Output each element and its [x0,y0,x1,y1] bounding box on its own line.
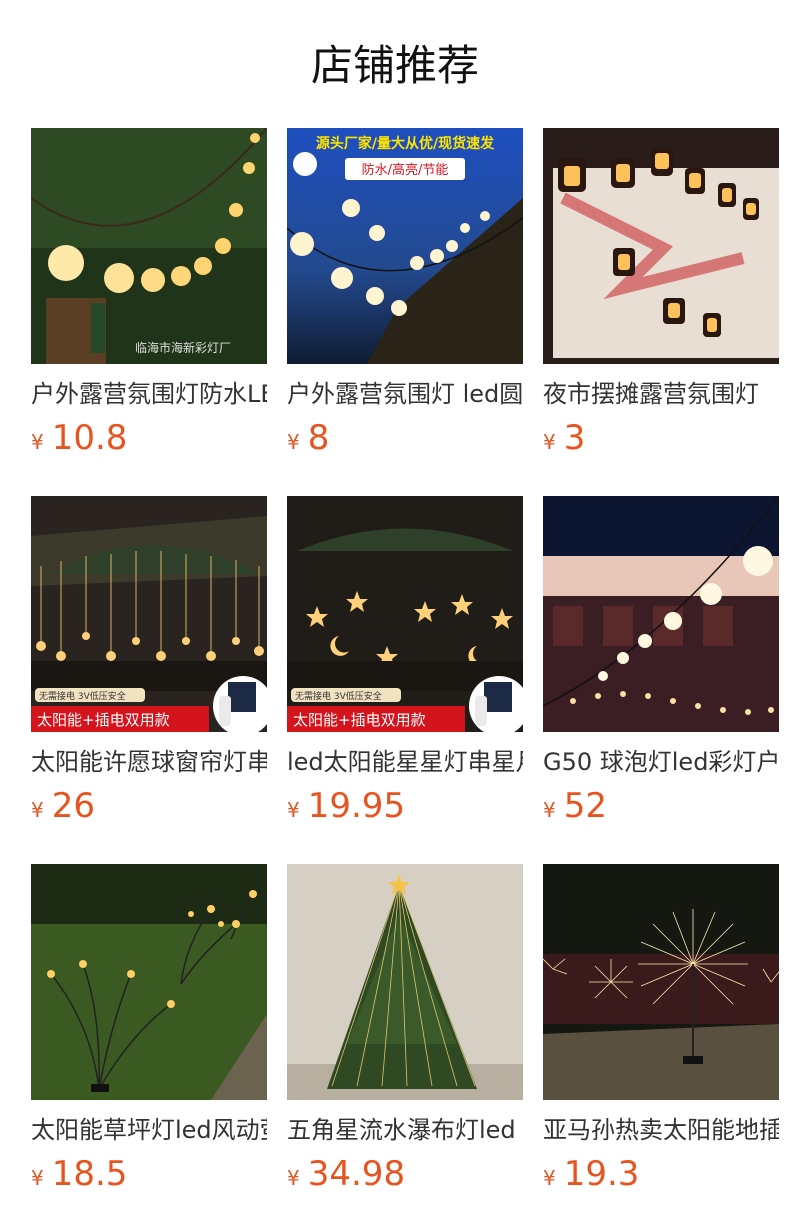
price-value: 3 [563,418,586,458]
product-card[interactable]: 源头厂家/量大从优/现货速发 防水/高亮/节能 户外露营氛围灯 led圆球 ¥8 [287,128,523,468]
price-value: 19.95 [307,786,406,826]
product-name[interactable]: G50 球泡灯led彩灯户外 [543,745,779,779]
product-name[interactable]: 户外露营氛围灯防水LED [31,377,267,411]
product-image[interactable]: 临海市海新彩灯厂 [31,128,267,364]
currency-symbol: ¥ [31,1166,44,1190]
product-image[interactable]: 无需接电 3V低压安全 太阳能+插电双用款 [287,496,523,732]
product-image[interactable] [31,864,267,1100]
product-card[interactable]: G50 球泡灯led彩灯户外 ¥52 [543,496,779,836]
product-price: ¥18.5 [31,1152,127,1196]
product-price: ¥52 [543,784,607,828]
price-value: 8 [307,418,330,458]
product-card[interactable]: 无需接电 3V低压安全 太阳能+插电双用款 led太阳能星星灯串星月 ¥19.9… [287,496,523,836]
currency-symbol: ¥ [287,798,300,822]
product-price: ¥10.8 [31,416,127,460]
product-image[interactable] [543,128,779,364]
product-image[interactable] [543,864,779,1100]
image-banner-label: 太阳能+插电双用款 [293,711,426,729]
product-price: ¥34.98 [287,1152,405,1196]
image-banner-headline: 源头厂家/量大从优/现货速发 [316,135,495,152]
image-banner-feature: 防水/高亮/节能 [362,162,449,178]
product-name[interactable]: 户外露营氛围灯 led圆球 [287,377,523,411]
image-banner-note: 无需接电 3V低压安全 [39,690,126,702]
product-price: ¥19.95 [287,784,405,828]
price-value: 18.5 [51,1154,128,1194]
currency-symbol: ¥ [287,430,300,454]
product-price: ¥8 [287,416,329,460]
product-name[interactable]: 五角星流水瀑布灯led [287,1113,523,1147]
product-card[interactable]: 亚马孙热卖太阳能地插烟花灯 ¥19.3 [543,864,779,1204]
currency-symbol: ¥ [287,1166,300,1190]
product-grid: 临海市海新彩灯厂 户外露营氛围灯防水LED ¥10.8 [0,0,790,1232]
product-image[interactable]: 源头厂家/量大从优/现货速发 防水/高亮/节能 [287,128,523,364]
product-card[interactable]: 太阳能草坪灯led风动萤火虫 ¥18.5 [31,864,267,1204]
currency-symbol: ¥ [543,798,556,822]
product-price: ¥3 [543,416,585,460]
currency-symbol: ¥ [543,1166,556,1190]
product-price: ¥26 [31,784,95,828]
image-watermark: 临海市海新彩灯厂 [135,340,231,355]
product-name[interactable]: 太阳能草坪灯led风动萤火虫 [31,1113,267,1147]
product-name[interactable]: 亚马孙热卖太阳能地插烟花灯 [543,1113,779,1147]
currency-symbol: ¥ [31,798,44,822]
product-image[interactable] [543,496,779,732]
product-card[interactable]: 夜市摆摊露营氛围灯 ¥3 [543,128,779,468]
price-value: 10.8 [51,418,128,458]
price-value: 19.3 [563,1154,640,1194]
product-card[interactable]: 无需接电 3V低压安全 太阳能+插电双用款 太阳能许愿球窗帘灯串 ¥26 [31,496,267,836]
product-card[interactable]: 临海市海新彩灯厂 户外露营氛围灯防水LED ¥10.8 [31,128,267,468]
product-image[interactable]: 无需接电 3V低压安全 太阳能+插电双用款 [31,496,267,732]
price-value: 52 [563,786,607,826]
product-image[interactable] [287,864,523,1100]
currency-symbol: ¥ [31,430,44,454]
image-banner-label: 太阳能+插电双用款 [37,711,170,729]
image-banner-note: 无需接电 3V低压安全 [295,690,382,702]
product-name[interactable]: 夜市摆摊露营氛围灯 [543,377,779,411]
product-name[interactable]: 太阳能许愿球窗帘灯串 [31,745,267,779]
currency-symbol: ¥ [543,430,556,454]
price-value: 26 [51,786,95,826]
product-price: ¥19.3 [543,1152,639,1196]
product-name[interactable]: led太阳能星星灯串星月 [287,745,523,779]
product-card[interactable]: 五角星流水瀑布灯led ¥34.98 [287,864,523,1204]
price-value: 34.98 [307,1154,406,1194]
